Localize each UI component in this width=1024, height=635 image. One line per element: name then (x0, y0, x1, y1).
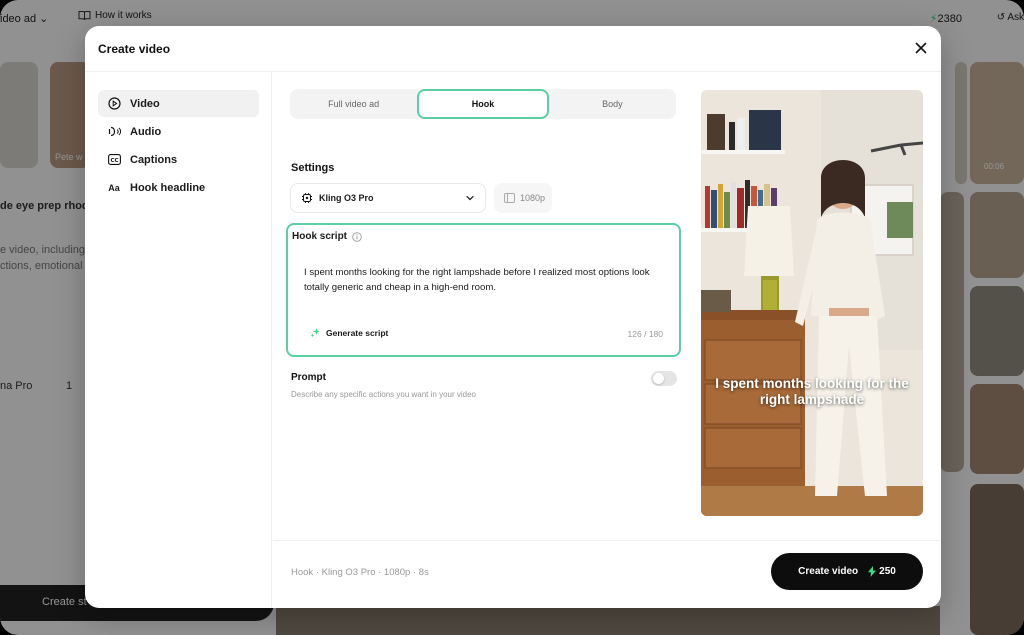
prompt-label: Prompt (291, 372, 326, 383)
sidebar-item-captions[interactable]: CC Captions (98, 146, 259, 173)
model-select-value: Kling O3 Pro (319, 193, 374, 203)
tab-body[interactable]: Body (549, 89, 676, 119)
info-icon[interactable] (352, 231, 362, 242)
text-aa-icon: Aa (108, 182, 120, 193)
preview-caption: I spent months looking for the right lam… (715, 376, 909, 407)
chevron-down-icon (466, 195, 474, 201)
tab-full-video-ad[interactable]: Full video ad (290, 89, 417, 119)
main-panel: Full video ad Hook Body Settings Kling O… (273, 72, 693, 540)
sidebar-item-label: Audio (130, 125, 162, 138)
resolution-display: 1080p (494, 183, 552, 213)
hook-script-header: Hook script (292, 231, 362, 242)
model-select[interactable]: Kling O3 Pro (290, 183, 486, 213)
close-button[interactable] (913, 40, 929, 56)
create-video-button[interactable]: Create video 250 (771, 553, 923, 590)
resolution-value: 1080p (520, 193, 546, 203)
audio-wave-icon (107, 125, 121, 139)
modal-sidebar: Video Audio CC Captions Aa Hook headline (85, 72, 272, 608)
modal-title: Create video (98, 42, 171, 56)
captions-icon: CC (107, 153, 121, 167)
hook-script-panel: Hook script I spent months looking for t… (286, 223, 681, 357)
preview-scene-image (701, 90, 923, 516)
character-counter: 126 / 180 (627, 329, 663, 339)
credit-cost: 250 (879, 566, 896, 577)
play-circle-icon (107, 97, 121, 111)
hook-script-label: Hook script (292, 231, 348, 242)
sidebar-item-label: Video (130, 97, 160, 110)
sidebar-item-label: Hook headline (130, 181, 206, 194)
prompt-description: Describe any specific actions you want i… (291, 390, 476, 399)
sidebar-item-video[interactable]: Video (98, 90, 259, 117)
sidebar-item-audio[interactable]: Audio (98, 118, 259, 145)
hook-script-textarea[interactable]: I spent months looking for the right lam… (304, 265, 669, 295)
close-icon (915, 42, 927, 54)
sparkle-icon (310, 328, 320, 338)
chip-icon (302, 193, 312, 203)
toggle-knob (653, 373, 664, 384)
prompt-toggle[interactable] (651, 371, 677, 386)
generate-script-button[interactable]: Generate script (310, 327, 388, 338)
settings-heading: Settings (291, 162, 335, 174)
generation-summary: Hook · Kling O3 Pro · 1080p · 8s (291, 567, 429, 578)
mode-tabs: Full video ad Hook Body (290, 89, 676, 119)
generate-script-label: Generate script (326, 327, 389, 338)
sidebar-item-hook-headline[interactable]: Aa Hook headline (98, 174, 259, 201)
svg-text:CC: CC (110, 158, 118, 164)
frame-icon (504, 193, 515, 203)
create-video-modal: Create video Video Audio CC Captions Aa (85, 26, 941, 608)
sidebar-item-label: Captions (130, 153, 178, 166)
modal-header: Create video (85, 26, 941, 72)
modal-footer: Hook · Kling O3 Pro · 1080p · 8s Create … (273, 540, 941, 608)
video-preview[interactable]: I spent months looking for the right lam… (701, 90, 923, 516)
create-video-label: Create video (798, 566, 859, 577)
bolt-icon (868, 566, 877, 577)
tab-hook[interactable]: Hook (417, 89, 549, 119)
